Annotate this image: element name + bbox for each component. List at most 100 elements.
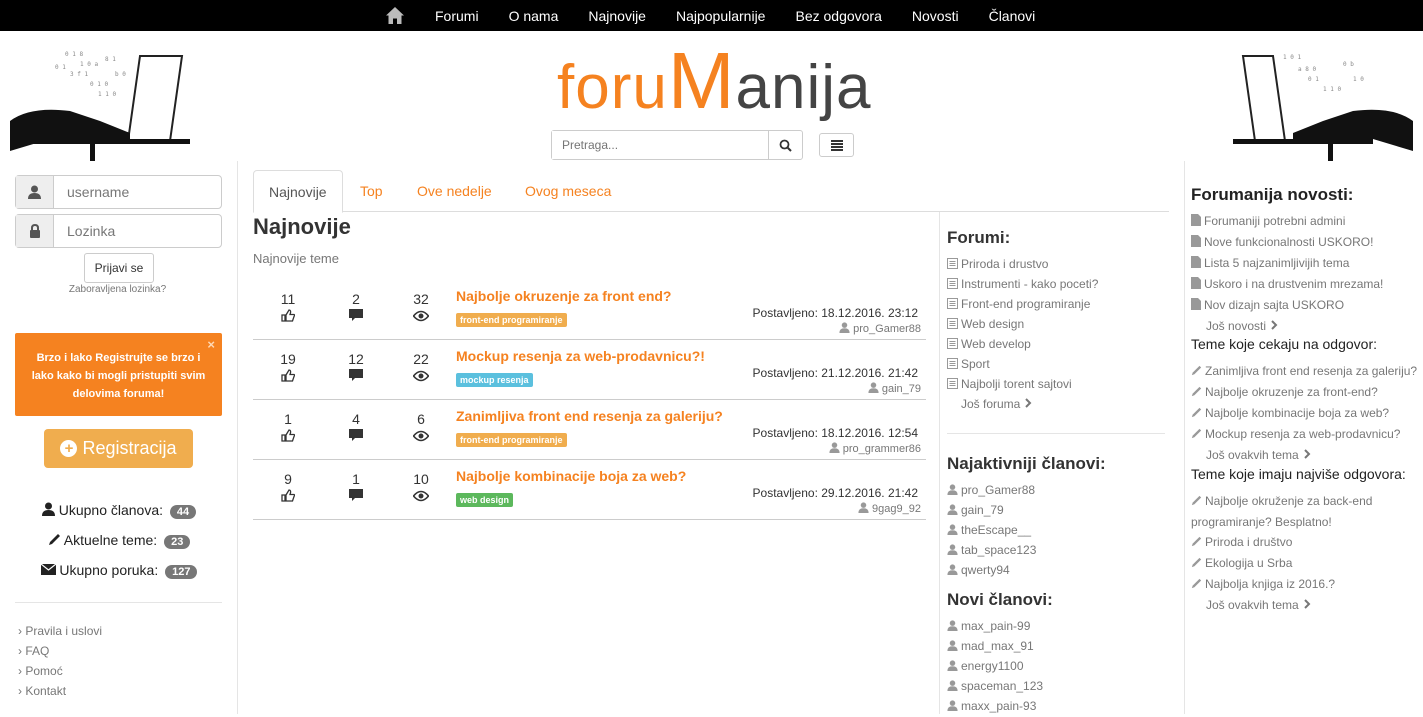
- forum-link[interactable]: Front-end programiranje: [947, 294, 1098, 314]
- tab-najnovije[interactable]: Najnovije: [253, 170, 343, 213]
- news-link[interactable]: Nove funkcionalnosti USKORO!: [1191, 232, 1423, 253]
- svg-text:0 1: 0 1: [1308, 76, 1319, 83]
- member-link[interactable]: energy1100: [947, 656, 1043, 676]
- forum-link[interactable]: Web develop: [947, 334, 1098, 354]
- nav-bez-odgovora[interactable]: Bez odgovora: [795, 8, 881, 24]
- news-link[interactable]: Uskoro i na drustvenim mrezama!: [1191, 274, 1423, 295]
- more-link[interactable]: Još foruma: [947, 394, 1098, 414]
- topic-link[interactable]: Najbolje kombinacije boja za web?: [1191, 403, 1423, 424]
- search-button[interactable]: [768, 131, 802, 159]
- nav-forumi[interactable]: Forumi: [435, 8, 479, 24]
- member-link-label: tab_space123: [961, 543, 1037, 557]
- topic-title-link[interactable]: Zanimljiva front end resenja za galeriju…: [456, 408, 723, 424]
- news-link-label: Nove funkcionalnosti USKORO!: [1204, 235, 1374, 249]
- login-button[interactable]: Prijavi se: [84, 253, 154, 283]
- pencil-icon: [48, 534, 60, 545]
- like-icon: [268, 369, 308, 383]
- member-link[interactable]: pro_Gamer88: [947, 480, 1036, 500]
- topic-author[interactable]: 9gag9_92: [858, 502, 921, 516]
- more-link[interactable]: Još ovakvih tema: [1191, 445, 1423, 465]
- pencil-icon: [1191, 425, 1202, 445]
- list-icon: [830, 139, 843, 151]
- news-link[interactable]: Nov dizajn sajta USKORO: [1191, 295, 1423, 316]
- nav-o-nama[interactable]: O nama: [509, 8, 559, 24]
- forum-link[interactable]: Priroda i drustvo: [947, 254, 1098, 274]
- topic-link-label: Najbolja knjiga iz 2016.?: [1205, 577, 1336, 591]
- password-field[interactable]: Lozinka: [15, 214, 222, 248]
- news-link[interactable]: Forumaniji potrebni admini: [1191, 211, 1423, 232]
- forum-link[interactable]: Instrumenti - kako poceti?: [947, 274, 1098, 294]
- topic-tag[interactable]: mockup resenja: [456, 373, 533, 387]
- forum-link[interactable]: Web design: [947, 314, 1098, 334]
- news-link[interactable]: Lista 5 najzanimljivijih tema: [1191, 253, 1423, 274]
- topic-tag[interactable]: front-end programiranje: [456, 433, 567, 447]
- topic-title-link[interactable]: Mockup resenja za web-prodavnicu?!: [456, 348, 705, 364]
- topic-tag[interactable]: front-end programiranje: [456, 313, 567, 327]
- topic-row[interactable]: 11 2 32 Najbolje okruzenje za front end? fro…: [253, 280, 926, 340]
- topic-views-value: 32: [413, 291, 429, 307]
- more-link[interactable]: Još novosti: [1191, 316, 1423, 336]
- topic-author[interactable]: gain_79: [868, 382, 921, 396]
- topic-title-link[interactable]: Najbolje kombinacije boja za web?: [456, 468, 686, 484]
- list-icon: [947, 255, 958, 275]
- member-link[interactable]: theEscape__: [947, 520, 1036, 540]
- pencil-icon: [1191, 492, 1202, 512]
- topic-link[interactable]: Najbolje okruzenje za front-end?: [1191, 382, 1423, 403]
- topic-row[interactable]: 19 12 22 Mockup resenja za web-prodavnicu?!…: [253, 340, 926, 400]
- member-link[interactable]: max_pain-99: [947, 616, 1043, 636]
- topic-link[interactable]: Najbolja knjiga iz 2016.?: [1191, 574, 1423, 595]
- tab-top[interactable]: Top: [360, 170, 383, 212]
- link-rules[interactable]: › Pravila i uslovi: [18, 622, 102, 642]
- member-link[interactable]: spaceman_123: [947, 676, 1043, 696]
- home-icon[interactable]: [385, 6, 405, 26]
- close-icon[interactable]: ×: [207, 336, 215, 354]
- tab-ovog-meseca[interactable]: Ovog meseca: [525, 170, 611, 212]
- member-link[interactable]: tab_space123: [947, 540, 1036, 560]
- chevron-right-icon: ›: [18, 684, 22, 698]
- forum-link[interactable]: Sport: [947, 354, 1098, 374]
- forgot-password-link[interactable]: Zaboravljena lozinka?: [0, 284, 235, 295]
- topic-tag[interactable]: web design: [456, 493, 514, 507]
- register-button[interactable]: + Registracija: [44, 429, 193, 468]
- chevron-right-icon: [1025, 397, 1032, 411]
- topic-views-value: 22: [413, 351, 429, 367]
- more-link[interactable]: Još ovakvih tema: [1191, 595, 1423, 615]
- link-faq[interactable]: › FAQ: [18, 642, 102, 662]
- nav-clanovi[interactable]: Članovi: [989, 8, 1036, 24]
- topic-title-link[interactable]: Najbolje okruzenje za front end?: [456, 288, 671, 304]
- news-heading: Forumanija novosti:: [1191, 185, 1354, 204]
- topic-row[interactable]: 9 1 10 Najbolje kombinacije boja za web? web…: [253, 460, 926, 520]
- tab-ove-nedelje[interactable]: Ove nedelje: [417, 170, 492, 212]
- link-contact[interactable]: › Kontakt: [18, 682, 102, 702]
- topic-link[interactable]: Ekologija u Srba: [1191, 553, 1423, 574]
- member-link[interactable]: qwerty94: [947, 560, 1036, 580]
- topic-author[interactable]: pro_Gamer88: [839, 322, 921, 336]
- forumanija-logo[interactable]: foruManija: [557, 41, 871, 128]
- member-link-label: spaceman_123: [961, 679, 1044, 693]
- member-link[interactable]: mad_max_91: [947, 636, 1043, 656]
- nav-novosti[interactable]: Novosti: [912, 8, 959, 24]
- nav-najnovije[interactable]: Najnovije: [588, 8, 646, 24]
- topic-link[interactable]: Zanimljiva front end resenja za galeriju…: [1191, 361, 1423, 382]
- menu-toggle-button[interactable]: [819, 133, 854, 157]
- topic-tabs: Najnovije Top Ove nedelje Ovog meseca: [253, 170, 1169, 213]
- comment-icon: [336, 429, 376, 443]
- topic-comments-value: 1: [352, 471, 360, 487]
- topic-comments-value: 4: [352, 411, 360, 427]
- file-icon: [1191, 212, 1201, 232]
- search-input[interactable]: [552, 131, 768, 159]
- username-field[interactable]: username: [15, 175, 222, 209]
- nav-najpopularnije[interactable]: Najpopularnije: [676, 8, 766, 24]
- member-link[interactable]: gain_79: [947, 500, 1036, 520]
- topic-link[interactable]: Mockup resenja za web-prodavnicu?: [1191, 424, 1423, 445]
- svg-text:0 1: 0 1: [55, 64, 66, 71]
- active-members-heading: Najaktivniji članovi:: [947, 454, 1106, 473]
- topic-author[interactable]: pro_grammer86: [829, 442, 921, 456]
- link-help[interactable]: › Pomoć: [18, 662, 102, 682]
- member-link[interactable]: maxx_pain-93: [947, 696, 1043, 716]
- topic-link[interactable]: Najbolje okruženje za back-end programir…: [1191, 491, 1423, 532]
- pencil-icon: [1191, 575, 1202, 595]
- topic-row[interactable]: 1 4 6 Zanimljiva front end resenja za galer…: [253, 400, 926, 460]
- forum-link[interactable]: Najbolji torent sajtovi: [947, 374, 1098, 394]
- topic-link[interactable]: Priroda i društvo: [1191, 532, 1423, 553]
